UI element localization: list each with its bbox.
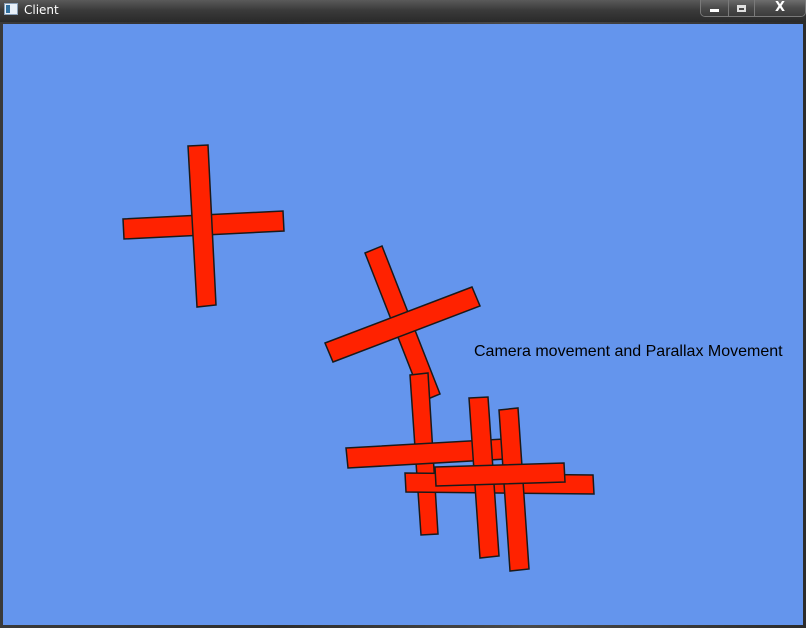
- client-window: Client X Camera movement and Parallax Mo…: [0, 0, 806, 628]
- close-icon: X: [774, 0, 786, 15]
- minimize-button[interactable]: [701, 0, 729, 16]
- scene-canvas: [3, 24, 803, 625]
- window-title: Client: [24, 3, 59, 17]
- close-button[interactable]: X: [755, 0, 805, 16]
- cross-bar-horizontal: [434, 462, 566, 487]
- caption-buttons: X: [700, 0, 806, 17]
- title-bar[interactable]: Client X: [0, 0, 806, 22]
- render-viewport[interactable]: Camera movement and Parallax Movement: [3, 24, 803, 625]
- maximize-button[interactable]: [729, 0, 755, 16]
- scene-caption: Camera movement and Parallax Movement: [474, 343, 783, 360]
- minimize-icon: [710, 8, 719, 12]
- app-window-icon[interactable]: [4, 3, 18, 15]
- maximize-icon: [737, 4, 746, 12]
